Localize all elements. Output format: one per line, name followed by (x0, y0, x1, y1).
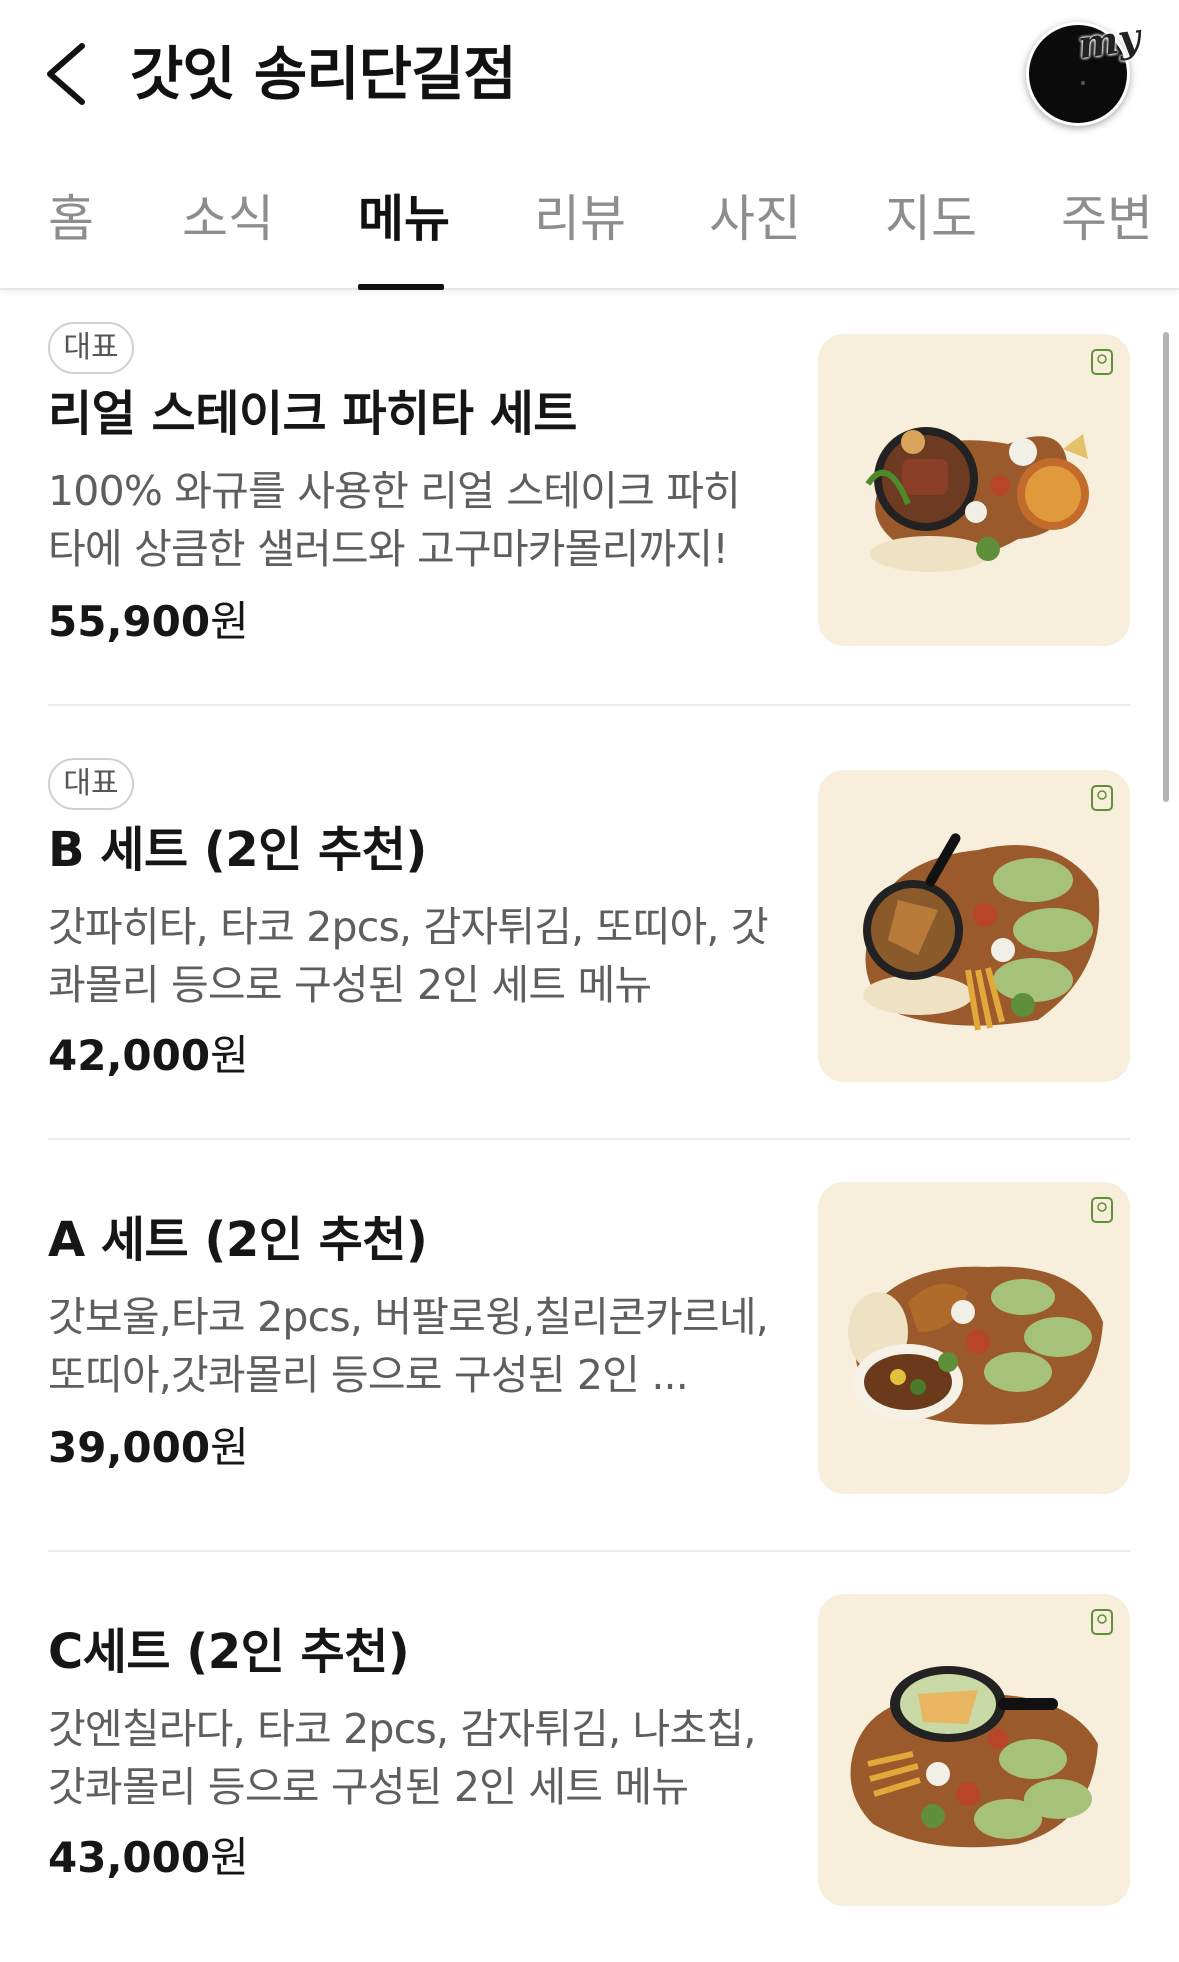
menu-item-photo[interactable] (818, 770, 1130, 1082)
signature-badge: 대표 (48, 758, 134, 810)
brand-logo-icon (1091, 785, 1113, 811)
menu-item-a-set[interactable]: A 세트 (2인 추천) 갓보울,타코 2pcs, 버팔로윙,칠리콘카르네,또띠… (0, 1140, 1179, 1550)
menu-item-price: 55,900원 (48, 594, 249, 650)
menu-item-photo[interactable] (818, 1594, 1130, 1906)
menu-item-photo[interactable] (818, 1182, 1130, 1494)
price-currency: 원 (210, 1031, 249, 1080)
tab-photos[interactable]: 사진 (709, 186, 801, 252)
scrollbar[interactable] (1163, 332, 1169, 802)
menu-item-description: 갓보울,타코 2pcs, 버팔로윙,칠리콘카르네,또띠아,갓콰몰리 등으로 구성… (48, 1293, 768, 1399)
menu-item-name: B 세트 (2인 추천) (48, 822, 427, 878)
price-value: 43,000 (48, 1833, 211, 1882)
tab-nearby[interactable]: 주변 (1061, 186, 1153, 252)
top-bar: 갓잇 송리단길점 my (0, 0, 1179, 150)
price-value: 39,000 (48, 1423, 211, 1472)
menu-item-description: 갓파히타, 타코 2pcs, 감자튀김, 또띠아, 갓콰몰리 등으로 구성된 2… (48, 903, 768, 1009)
price-value: 42,000 (48, 1031, 211, 1080)
tab-reviews[interactable]: 리뷰 (534, 186, 626, 252)
menu-item-price: 43,000원 (48, 1830, 249, 1886)
menu-item-name: C세트 (2인 추천) (48, 1624, 410, 1680)
price-value: 55,900 (48, 597, 211, 646)
page-title: 갓잇 송리단길점 (130, 40, 517, 108)
menu-item-description: 갓엔칠라다, 타코 2pcs, 감자튀김, 나초칩, 갓콰몰리 등으로 구성된 … (48, 1705, 756, 1811)
menu-item-name: 리얼 스테이크 파히타 세트 (48, 386, 577, 442)
brand-logo-icon (1091, 1609, 1113, 1635)
tab-home[interactable]: 홈 (48, 186, 94, 252)
back-button[interactable] (40, 38, 96, 110)
tab-menu[interactable]: 메뉴 (358, 186, 450, 252)
price-currency: 원 (210, 1833, 249, 1882)
menu-item-price: 39,000원 (48, 1420, 249, 1476)
menu-item-b-set[interactable]: 대표 B 세트 (2인 추천) 갓파히타, 타코 2pcs, 감자튀김, 또띠아… (0, 706, 1179, 1138)
brand-logo-icon (1091, 349, 1113, 375)
menu-item-name: A 세트 (2인 추천) (48, 1212, 428, 1268)
my-badge-label: my (1075, 13, 1144, 68)
price-currency: 원 (210, 597, 249, 646)
active-tab-indicator (358, 284, 444, 290)
menu-item-price: 42,000원 (48, 1028, 249, 1084)
menu-item-photo[interactable] (818, 334, 1130, 646)
tab-map[interactable]: 지도 (885, 186, 977, 252)
menu-item-steak-fajita-set[interactable]: 대표 리얼 스테이크 파히타 세트 100% 와규를 사용한 리얼 스테이크 파… (0, 292, 1179, 704)
chevron-left-icon (47, 43, 85, 105)
brand-logo-icon (1091, 1197, 1113, 1223)
price-currency: 원 (210, 1423, 249, 1472)
menu-item-description: 100% 와규를 사용한 리얼 스테이크 파히타에 상큼한 샐러드와 고구마카몰… (48, 467, 741, 573)
tab-news[interactable]: 소식 (182, 186, 274, 252)
tab-bar: 홈 소식 메뉴 리뷰 사진 지도 주변 (0, 168, 1179, 290)
signature-badge: 대표 (48, 322, 134, 374)
menu-item-c-set[interactable]: C세트 (2인 추천) 갓엔칠라다, 타코 2pcs, 감자튀김, 나초칩, 갓… (0, 1552, 1179, 1962)
